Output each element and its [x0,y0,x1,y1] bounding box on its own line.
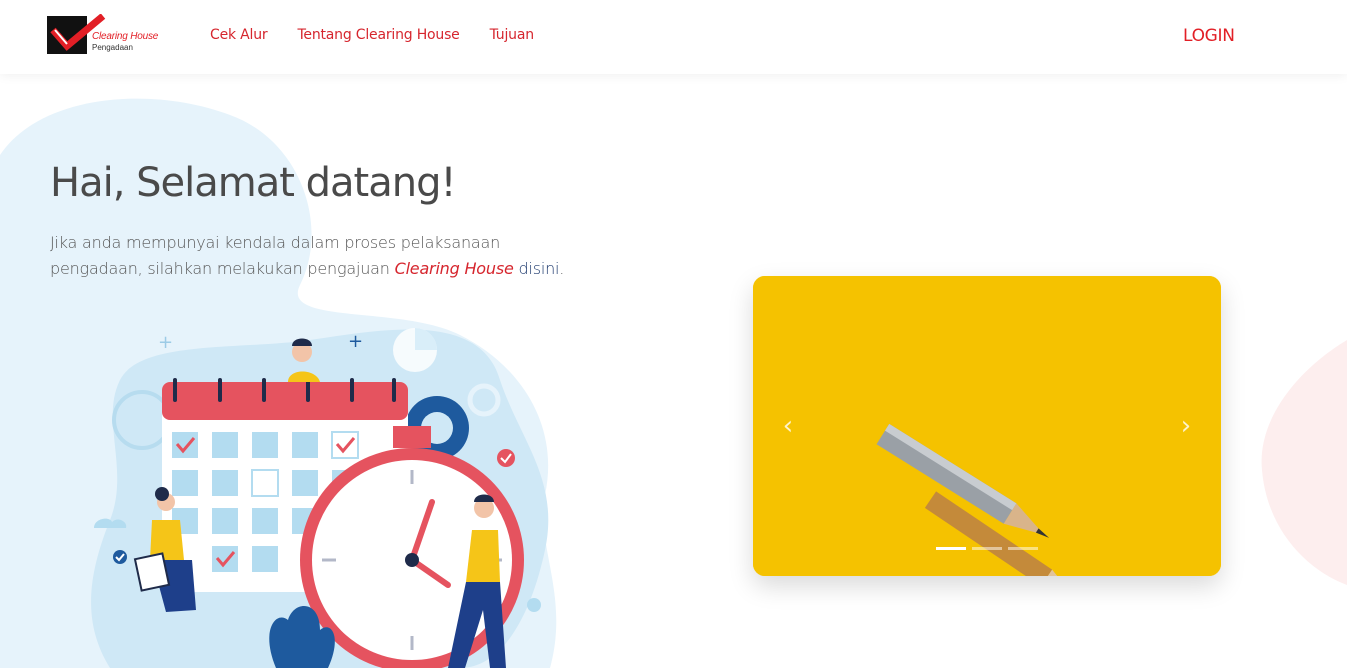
nav-links: Cek Alur Tentang Clearing House Tujuan [210,27,564,43]
brand-name: Clearing House [92,31,159,42]
hero-desc-line2: pengadaan, silahkan melakukan pengajuan … [50,256,650,282]
carousel-indicator-2[interactable] [972,547,1002,550]
svg-text:+: + [158,332,173,353]
nav-link-cek-alur[interactable]: Cek Alur [210,27,268,43]
image-carousel[interactable]: ‹ › [753,276,1221,576]
hero-desc-line1: Jika anda mempunyai kendala dalam proses… [50,233,501,252]
hero-desc-emphasis: Clearing House [394,259,514,278]
brand-logo[interactable]: Clearing House Pengadaan [47,14,177,56]
background-blob-right [1261,340,1347,585]
nav-link-tentang[interactable]: Tentang Clearing House [297,27,459,43]
brand-subname: Pengadaan [92,43,133,52]
nav-link-tujuan[interactable]: Tujuan [490,27,535,43]
carousel-indicator-3[interactable] [1008,547,1038,550]
svg-text:+: + [348,331,363,352]
login-button[interactable]: LOGIN [1183,26,1235,46]
carousel-indicator-1[interactable] [936,547,966,550]
page-title: Hai, Selamat datang! [50,160,457,206]
hero-desc-prefix: pengadaan, silahkan melakukan pengajuan [50,259,395,278]
carousel-indicators [936,547,1038,550]
chevron-right-icon[interactable]: › [1174,413,1198,439]
hero-desc-suffix: . [559,259,565,278]
chevron-left-icon[interactable]: ‹ [776,413,800,439]
schedule-illustration: + + [91,328,549,668]
submit-link[interactable]: disini [519,259,560,278]
navbar: Clearing House Pengadaan Cek Alur Tentan… [0,0,1347,74]
hero-description: Jika anda mempunyai kendala dalam proses… [50,230,650,282]
pencils-image [753,276,1221,576]
